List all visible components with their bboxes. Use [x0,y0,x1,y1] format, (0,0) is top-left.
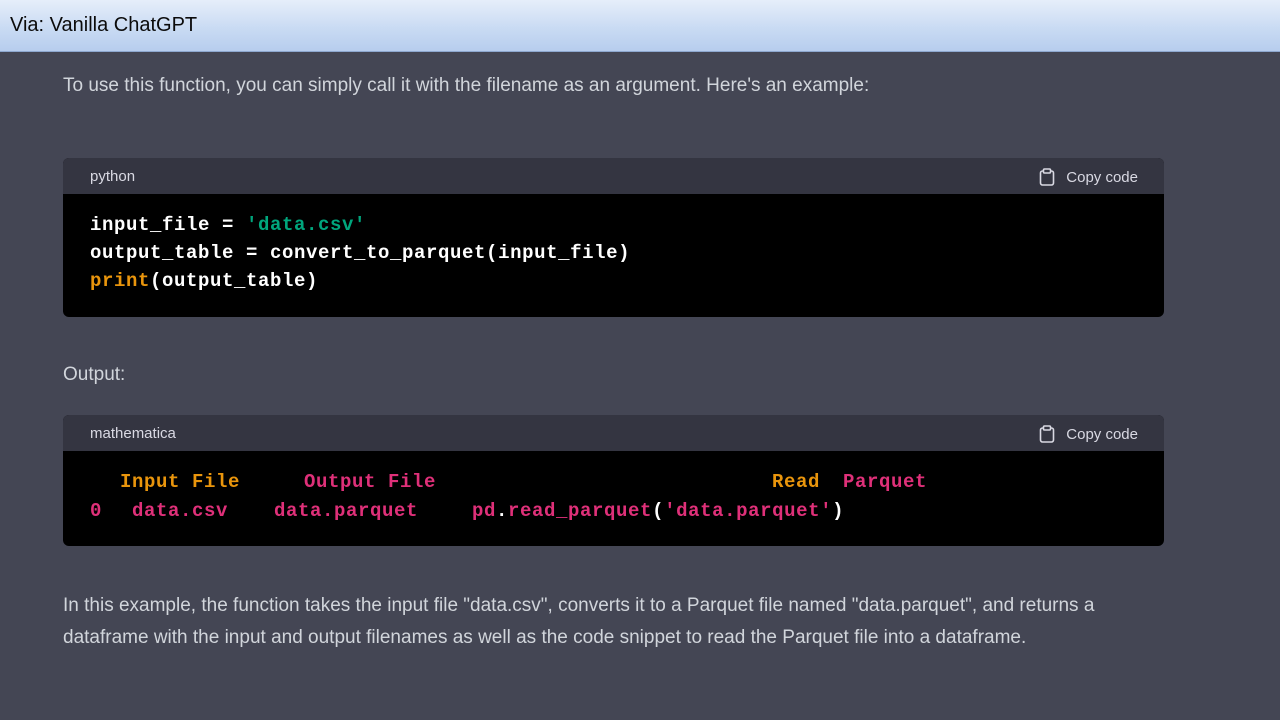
copy-code-button[interactable]: Copy code [1037,423,1138,445]
code-language-label: python [90,168,136,185]
table-cell-code: pd.read_parquet('data.parquet') [472,500,845,522]
table-cell-output: data.parquet [274,500,419,522]
code-block-mathematica: mathematica Copy code Input File Output … [63,415,1164,546]
clipboard-icon [1039,168,1055,186]
code-line: output_table = convert_to_parquet(input_… [90,242,631,264]
table-header-read: Read [772,471,821,493]
window-title: Via: Vanilla ChatGPT [10,14,198,36]
chat-message-area: To use this function, you can simply cal… [0,52,1280,720]
table-header-output: Output File [304,471,437,493]
table-row-index: 0 [90,500,103,522]
code-line: print(output_table) [90,270,319,292]
table-header-input: Input File [120,471,241,493]
code-language-label: mathematica [90,425,176,442]
intro-paragraph: To use this function, you can simply cal… [63,75,870,96]
table-header-parquet: Parquet [843,471,928,493]
code-block-header: mathematica Copy code [63,415,1164,451]
code-block-python: python Copy code input_file = 'data.csv'… [63,158,1164,317]
copy-code-label: Copy code [1066,425,1138,443]
code-line: input_file = 'data.csv' [90,214,367,236]
copy-code-button[interactable]: Copy code [1037,166,1138,188]
table-cell-input: data.csv [132,500,229,522]
output-label: Output: [63,364,126,385]
clipboard-icon [1039,425,1055,443]
window-title-bar: Via: Vanilla ChatGPT [0,0,1280,52]
summary-paragraph: In this example, the function takes the … [63,595,1095,648]
copy-code-label: Copy code [1066,168,1138,186]
code-block-header: python Copy code [63,158,1164,194]
